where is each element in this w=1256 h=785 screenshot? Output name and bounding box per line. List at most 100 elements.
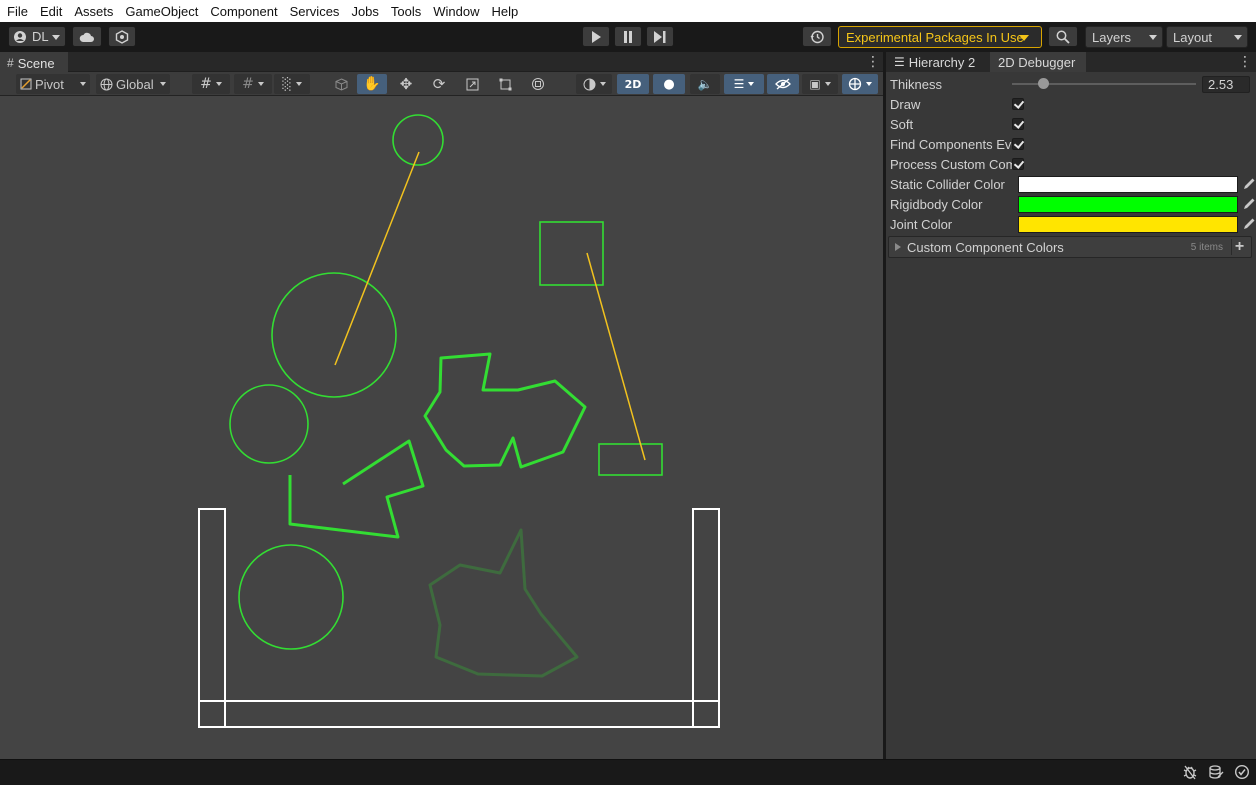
rigidbody-polygon-zigzag bbox=[288, 439, 425, 539]
gizmos-dropdown[interactable] bbox=[842, 74, 878, 94]
lighting-toggle[interactable]: ● bbox=[653, 74, 685, 94]
layers-label: Layers bbox=[1092, 29, 1132, 45]
pivot-dropdown[interactable]: Pivot bbox=[16, 74, 90, 94]
collab-button[interactable] bbox=[108, 26, 136, 47]
toggle-row-process-custom: Process Custom Com bbox=[890, 154, 1250, 174]
move-tool-button[interactable]: ✥ bbox=[392, 74, 420, 94]
menu-assets[interactable]: Assets bbox=[67, 4, 118, 19]
eyedropper-icon[interactable] bbox=[1242, 217, 1256, 231]
menu-gameobject[interactable]: GameObject bbox=[118, 4, 203, 19]
eyedropper-icon[interactable] bbox=[1242, 197, 1256, 211]
shading-mode-dropdown[interactable] bbox=[576, 74, 612, 94]
global-label: Global bbox=[116, 76, 154, 92]
thickness-slider[interactable] bbox=[1012, 77, 1196, 91]
play-icon bbox=[592, 30, 601, 43]
chevron-down-icon bbox=[748, 82, 755, 86]
ruler-dropdown[interactable]: ░ bbox=[274, 74, 310, 94]
soft-label: Soft bbox=[890, 116, 914, 132]
rigidbody-circle-bottom bbox=[238, 544, 344, 650]
rigidbody-box-small bbox=[598, 443, 663, 476]
draw-label: Draw bbox=[890, 96, 921, 112]
rect-tool-button[interactable] bbox=[491, 74, 519, 94]
cloud-icon bbox=[79, 32, 94, 42]
menu-component[interactable]: Component bbox=[203, 4, 282, 19]
play-button[interactable] bbox=[582, 26, 610, 47]
slider-thumb[interactable] bbox=[1038, 78, 1050, 89]
2d-mode-toggle[interactable]: 2D bbox=[617, 74, 649, 94]
tab-hierarchy-2-label: Hierarchy 2 bbox=[908, 54, 976, 70]
menu-file[interactable]: File bbox=[0, 4, 33, 19]
camera-dropdown[interactable]: ▣ bbox=[802, 74, 838, 94]
tab-2d-debugger-label: 2D Debugger bbox=[998, 54, 1076, 70]
joint-lines bbox=[334, 151, 646, 461]
effects-dropdown[interactable]: ☰ bbox=[724, 74, 764, 94]
toggle-row-find-components: Find Components Eve bbox=[890, 134, 1250, 154]
kebab-menu-icon[interactable]: ⋮ bbox=[1238, 55, 1252, 69]
tab-hierarchy-2[interactable]: ☰ Hierarchy 2 bbox=[886, 52, 990, 72]
experimental-packages-dropdown[interactable]: Experimental Packages In Use bbox=[838, 26, 1042, 48]
static-collider-color-label: Static Collider Color bbox=[890, 176, 1005, 192]
layers-dropdown[interactable]: Layers bbox=[1085, 26, 1163, 48]
view-tool-cube[interactable] bbox=[330, 74, 352, 94]
rigidbody-circle-large bbox=[271, 272, 397, 398]
rect-tool-icon bbox=[499, 78, 511, 90]
joint-color-label: Joint Color bbox=[890, 216, 953, 232]
toggle-row-soft: Soft bbox=[890, 114, 1250, 134]
global-dropdown[interactable]: Global bbox=[96, 74, 170, 94]
menu-jobs[interactable]: Jobs bbox=[344, 4, 383, 19]
cloud-button[interactable] bbox=[72, 26, 102, 47]
cache-server-icon[interactable] bbox=[1208, 764, 1224, 783]
add-icon[interactable]: + bbox=[1231, 238, 1247, 255]
menu-help[interactable]: Help bbox=[485, 4, 524, 19]
draw-checkbox[interactable] bbox=[1012, 98, 1024, 110]
status-check-icon[interactable] bbox=[1234, 764, 1250, 783]
scale-tool-button[interactable] bbox=[458, 74, 486, 94]
scene-visibility-toggle[interactable] bbox=[767, 74, 799, 94]
transform-tool-button[interactable] bbox=[524, 74, 552, 94]
grid-snap-dropdown[interactable]: # bbox=[192, 74, 230, 94]
thickness-value-field[interactable]: 2.53 bbox=[1202, 75, 1250, 93]
history-icon bbox=[810, 30, 824, 43]
step-icon bbox=[654, 30, 666, 43]
soft-checkbox[interactable] bbox=[1012, 118, 1024, 130]
undo-history-button[interactable] bbox=[802, 26, 832, 47]
ruler-icon: ░ bbox=[282, 77, 292, 91]
hand-tool-button[interactable]: ✋ bbox=[357, 74, 387, 94]
rotate-tool-button[interactable]: ⟳ bbox=[425, 74, 453, 94]
physics-debug-drawing bbox=[198, 114, 720, 728]
audio-toggle[interactable]: 🔈 bbox=[690, 74, 720, 94]
layout-dropdown[interactable]: Layout bbox=[1166, 26, 1248, 48]
joint-color-swatch[interactable] bbox=[1018, 215, 1238, 233]
static-floor bbox=[198, 700, 720, 728]
scene-viewport[interactable] bbox=[0, 96, 883, 759]
increment-snap-dropdown[interactable]: # bbox=[234, 74, 272, 94]
account-dropdown[interactable]: DL bbox=[8, 26, 66, 47]
process-custom-label: Process Custom Com bbox=[890, 156, 1012, 172]
menu-tools[interactable]: Tools bbox=[384, 4, 426, 19]
cube-icon bbox=[335, 77, 347, 91]
tab-2d-debugger[interactable]: 2D Debugger bbox=[990, 52, 1086, 72]
debug-bug-icon[interactable] bbox=[1182, 764, 1198, 783]
chevron-down-icon bbox=[1019, 35, 1029, 41]
chevron-down-icon bbox=[257, 82, 264, 86]
search-button[interactable] bbox=[1048, 26, 1078, 47]
menu-edit[interactable]: Edit bbox=[33, 4, 67, 19]
pivot-icon bbox=[20, 78, 32, 90]
custom-component-colors-foldout[interactable]: Custom Component Colors 5 items + bbox=[888, 236, 1252, 258]
grid-icon: # bbox=[7, 56, 14, 70]
menu-services[interactable]: Services bbox=[283, 4, 345, 19]
pause-button[interactable] bbox=[614, 26, 642, 47]
eyedropper-icon[interactable] bbox=[1242, 177, 1256, 191]
step-button[interactable] bbox=[646, 26, 674, 47]
kebab-menu-icon[interactable]: ⋮ bbox=[866, 55, 880, 69]
tab-scene[interactable]: # Scene bbox=[0, 52, 68, 72]
process-custom-checkbox[interactable] bbox=[1012, 158, 1024, 170]
find-components-checkbox[interactable] bbox=[1012, 138, 1024, 150]
scene-toolbar: Pivot Global # # ░ ✋ ✥ ⟳ 2D ● 🔈 ☰ ▣ bbox=[0, 72, 883, 96]
static-collider-color-swatch[interactable] bbox=[1018, 175, 1238, 193]
chevron-down-icon bbox=[52, 35, 60, 40]
joint-distance-1 bbox=[334, 151, 420, 366]
status-bar bbox=[0, 759, 1256, 785]
menu-window[interactable]: Window bbox=[426, 4, 484, 19]
rigidbody-color-swatch[interactable] bbox=[1018, 195, 1238, 213]
